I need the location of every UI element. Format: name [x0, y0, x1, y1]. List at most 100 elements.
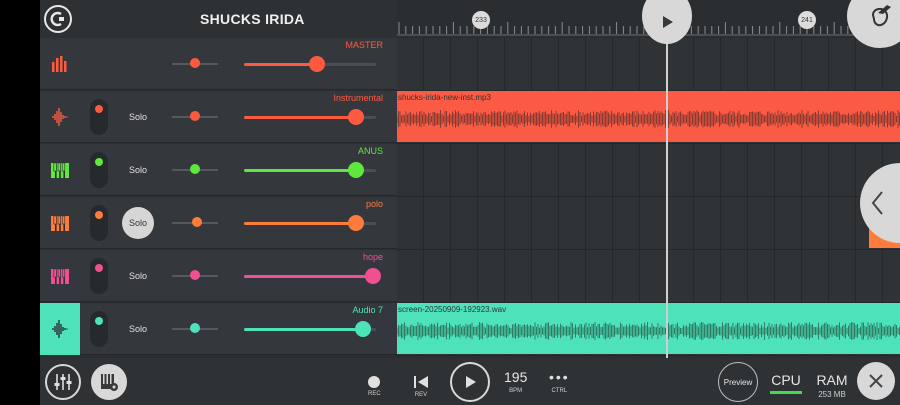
volume-slider[interactable] [244, 275, 376, 278]
rewind-button[interactable]: REV [413, 364, 429, 398]
mixer-sliders-icon [54, 374, 72, 390]
piano-icon [51, 215, 69, 231]
cpu-meter: CPU [768, 372, 804, 394]
project-title: SHUCKS IRIDA [200, 11, 305, 27]
chevron-left-icon [871, 191, 883, 215]
mute-indicator [95, 211, 103, 219]
solo-button[interactable]: Solo [122, 101, 154, 133]
track-row: Solo ANUS [40, 144, 900, 197]
volume-fill [244, 275, 374, 278]
volume-fill [244, 328, 363, 331]
skip-back-icon [414, 376, 428, 388]
rec-label: REC [368, 391, 381, 397]
mute-indicator [95, 158, 103, 166]
header-left: SHUCKS IRIDA [40, 0, 397, 38]
waveform-icon [52, 108, 68, 126]
track-name: Audio 7 [352, 305, 383, 315]
mixer-button[interactable] [45, 364, 81, 400]
bar-marker-233[interactable]: 233 [472, 11, 490, 29]
bpm-label: BPM [509, 388, 523, 394]
track-row: Solo polo [40, 197, 900, 250]
instrument-settings-button[interactable] [91, 364, 127, 400]
ctrl-button[interactable]: ••• CTRL [549, 364, 570, 394]
pan-knob[interactable] [190, 58, 200, 68]
arrangement-lane[interactable] [397, 144, 900, 197]
mute-switch[interactable] [90, 311, 108, 347]
app-logo-icon [50, 11, 64, 27]
track-header[interactable]: Solo ANUS [40, 144, 397, 196]
piano-gear-icon [101, 374, 118, 391]
arrangement-lane[interactable]: screen-20250909-192923.wav [397, 303, 900, 356]
volume-knob[interactable] [348, 109, 365, 125]
solo-button[interactable]: Solo [122, 313, 154, 345]
audio-clip[interactable]: shucks-irida-new-inst.mp3 [397, 91, 900, 142]
mute-indicator [95, 264, 103, 272]
more-dots-icon: ••• [549, 369, 570, 385]
pan-knob[interactable] [190, 164, 200, 174]
volume-fill [244, 63, 317, 66]
preview-button[interactable]: Preview [718, 362, 758, 402]
arrangement-lane[interactable] [397, 38, 900, 91]
playhead[interactable] [666, 38, 668, 358]
cpu-load-bar [770, 391, 802, 394]
mute-switch[interactable] [90, 205, 108, 241]
pan-knob[interactable] [190, 111, 200, 121]
pan-knob[interactable] [192, 217, 203, 227]
mute-indicator [95, 105, 103, 113]
audio-clip[interactable]: screen-20250909-192923.wav [397, 303, 900, 354]
play-icon [466, 376, 476, 388]
pan-knob[interactable] [190, 323, 200, 333]
close-button[interactable] [857, 362, 895, 400]
volume-fill [244, 116, 357, 119]
track-icon-button[interactable] [40, 144, 80, 196]
solo-button[interactable]: Solo [122, 207, 154, 239]
play-icon [663, 16, 673, 28]
track-name: Instrumental [333, 93, 383, 103]
equalizer-icon [52, 56, 67, 72]
record-button[interactable]: REC [368, 364, 381, 397]
piano-icon [51, 162, 69, 178]
track-icon-button[interactable] [40, 303, 80, 355]
clip-name: shucks-irida-new-inst.mp3 [398, 93, 491, 102]
arrangement-lane[interactable]: shucks-irida-new-inst.mp3 [397, 91, 900, 144]
volume-knob[interactable] [348, 162, 365, 178]
track-header[interactable]: Solo Instrumental [40, 91, 397, 143]
waveform-icon [52, 320, 68, 338]
mute-switch[interactable] [90, 152, 108, 188]
track-row: MASTER [40, 38, 900, 91]
volume-knob[interactable] [348, 215, 365, 231]
arrangement-lane[interactable] [397, 250, 900, 303]
mute-indicator [95, 317, 103, 325]
track-row: Solo Instrumental shucks-irida-new-inst.mp… [40, 91, 900, 144]
track-header[interactable]: Solo hope [40, 250, 397, 302]
ram-value: 253 MB [818, 390, 846, 399]
mute-switch[interactable] [90, 258, 108, 294]
volume-fill [244, 169, 357, 172]
track-list: MASTER Solo Instrumental shucks-irida-new-i… [40, 38, 900, 358]
track-header[interactable]: MASTER [40, 38, 397, 90]
ram-meter: RAM 253 MB [812, 372, 852, 399]
track-header[interactable]: Solo polo [40, 197, 397, 249]
app-logo-button[interactable] [44, 5, 72, 33]
volume-knob[interactable] [365, 268, 382, 284]
track-icon-button[interactable] [40, 250, 80, 302]
track-icon-button[interactable] [40, 38, 80, 90]
track-name: ANUS [357, 146, 383, 156]
record-icon [368, 376, 381, 388]
track-header[interactable]: Solo Audio 7 [40, 303, 397, 355]
volume-knob[interactable] [308, 56, 325, 72]
bar-marker-241[interactable]: 241 [798, 11, 816, 29]
pan-knob[interactable] [190, 270, 200, 280]
bpm-control[interactable]: 195 BPM [504, 364, 527, 394]
solo-button[interactable]: Solo [122, 154, 154, 186]
transport-play-button[interactable] [450, 362, 490, 402]
header-bar: SHUCKS IRIDA 233 241 [40, 0, 900, 38]
solo-button[interactable]: Solo [122, 260, 154, 292]
piano-icon [51, 268, 69, 284]
cpu-label: CPU [771, 372, 801, 388]
track-icon-button[interactable] [40, 91, 80, 143]
arrangement-lane[interactable] [397, 197, 900, 250]
volume-knob[interactable] [354, 321, 371, 337]
mute-switch[interactable] [90, 99, 108, 135]
track-icon-button[interactable] [40, 197, 80, 249]
